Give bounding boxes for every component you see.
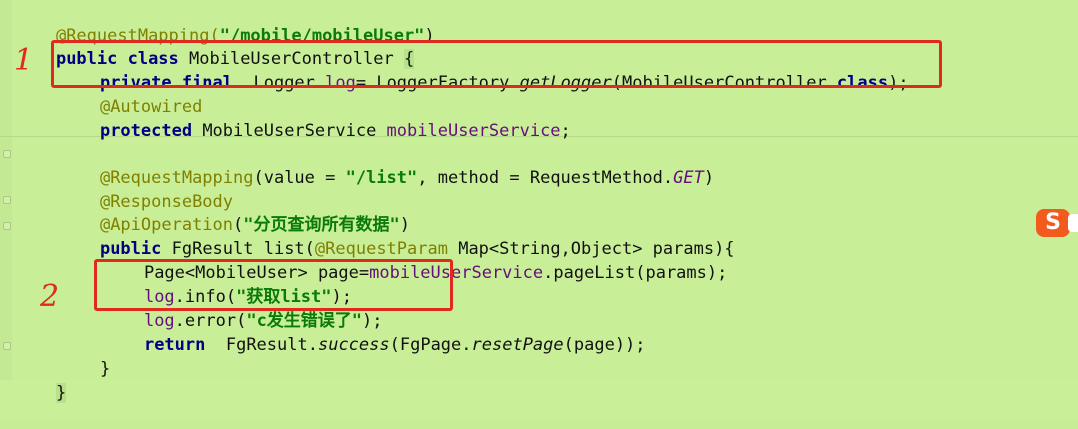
constant-token: GET (673, 168, 704, 188)
method-token: resetPage (471, 335, 564, 355)
field-token: mobileUserService (386, 121, 561, 141)
code-token: .pageList(params); (543, 263, 728, 283)
code-line-7[interactable]: @ResponseBody (59, 166, 233, 212)
annotation-marker-2: 2 (40, 279, 60, 314)
code-token: (FgPage. (389, 335, 472, 355)
code-editor[interactable]: @RequestMapping("/mobile/mobileUser") pu… (0, 0, 1078, 421)
fold-marker-icon[interactable] (3, 150, 11, 158)
code-token: FgResult. (205, 335, 318, 355)
code-token: ; (560, 121, 571, 141)
keyword-token: protected (99, 121, 193, 141)
editor-empty-area[interactable] (0, 380, 1078, 421)
code-line-6[interactable]: @RequestMapping(value = "/list", method … (59, 142, 714, 188)
brace-token: } (55, 383, 67, 403)
string-token: "/list" (345, 168, 418, 188)
editor-gutter[interactable] (0, 0, 12, 421)
code-line-13[interactable]: return FgResult.success(FgPage.resetPage… (103, 309, 646, 355)
code-token: ) (703, 168, 715, 188)
code-token: (page)); (563, 335, 646, 355)
code-line-8[interactable]: @ApiOperation("分页查询所有数据") (59, 189, 410, 235)
code-token: , method = RequestMethod. (417, 168, 674, 188)
fold-marker-icon[interactable] (3, 196, 11, 204)
code-line-14[interactable]: } (59, 333, 110, 379)
code-line-1[interactable]: @RequestMapping("/mobile/mobileUser") (15, 0, 435, 46)
code-token: (value = (253, 168, 346, 188)
annotation-marker-1: 1 (14, 43, 34, 78)
keyword-token: return (143, 335, 206, 355)
brace-token: } (99, 359, 111, 379)
sogou-ime-icon[interactable]: S (1036, 209, 1070, 237)
highlight-box-2 (94, 259, 453, 311)
fold-marker-icon[interactable] (3, 342, 11, 350)
highlight-box-1 (51, 40, 942, 88)
method-token: success (317, 335, 390, 355)
code-line-15[interactable]: } (15, 357, 67, 403)
code-line-9[interactable]: public FgResult list(@RequestParam Map<S… (59, 213, 735, 259)
code-line-10[interactable]: Page<MobileUser> page=mobileUserService.… (103, 237, 727, 283)
code-line-5[interactable]: protected MobileUserService mobileUserSe… (59, 95, 571, 141)
fold-marker-icon[interactable] (3, 222, 11, 230)
code-token: MobileUserService (192, 121, 387, 141)
sogou-ime-handle[interactable] (1068, 214, 1078, 232)
